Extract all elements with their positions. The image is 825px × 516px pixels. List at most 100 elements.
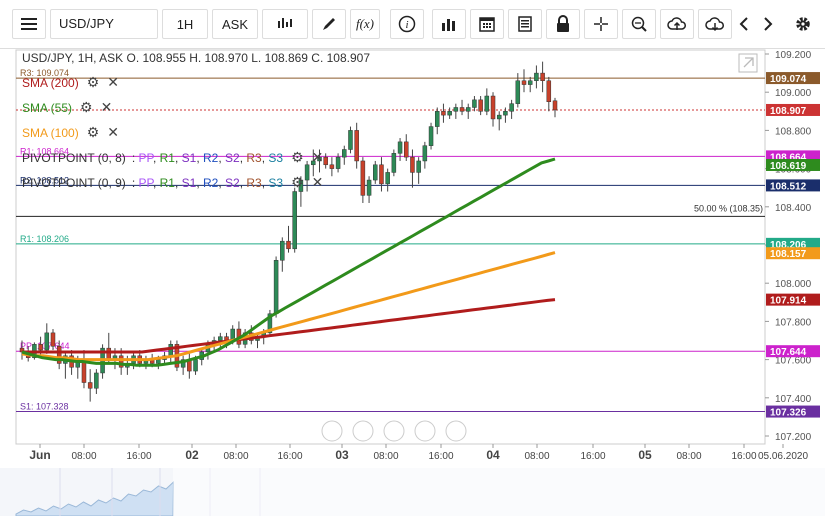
close-icon[interactable]: ✕: [312, 174, 324, 191]
bar-chart-icon: [442, 19, 455, 31]
chart-type-button[interactable]: [262, 9, 308, 39]
zoom-button[interactable]: [622, 9, 656, 39]
lock-icon: [557, 15, 569, 32]
pivot-item-pp: PP: [138, 150, 153, 165]
y-tick-label: 107.400: [775, 394, 812, 405]
candle-body: [94, 372, 99, 389]
y-tick-label: 108.000: [775, 279, 812, 290]
candle-body: [379, 164, 384, 185]
y-tick-label: 109.000: [775, 88, 812, 99]
indicator-pivot-0-8[interactable]: PIVOTPOINT (0, 8) : PP, R1, S1, R2, S2, …: [22, 149, 323, 166]
candles-icon: [278, 18, 292, 28]
pivot-item-r2: R2: [203, 150, 219, 165]
document-button[interactable]: [508, 9, 542, 39]
info-button[interactable]: i: [390, 9, 424, 39]
candle-body: [348, 130, 353, 150]
x-tick-label: 16:00: [277, 451, 302, 462]
candle-body: [428, 126, 434, 146]
pivot-item-s2: S2: [225, 150, 240, 165]
gear-icon[interactable]: ⚙: [87, 124, 100, 141]
candle-body: [50, 332, 56, 347]
candle-body: [552, 100, 558, 111]
gear-icon[interactable]: ⚙: [80, 99, 93, 116]
candle-body: [503, 111, 508, 116]
price-tag-label: 107.326: [770, 408, 807, 419]
candle-body: [484, 95, 490, 112]
crosshair-button[interactable]: [584, 9, 618, 39]
symbol-selector[interactable]: USD/JPY: [50, 9, 158, 39]
x-tick-label: 16:00: [428, 451, 453, 462]
candle-body: [434, 111, 440, 127]
indicators-button[interactable]: [432, 9, 466, 39]
candle-body: [447, 111, 452, 116]
y-tick-label: 109.200: [775, 50, 812, 61]
candle-body: [385, 172, 390, 185]
x-tick-label: 05: [638, 448, 652, 462]
candle-body: [546, 80, 552, 103]
price-tag-label: 108.157: [770, 249, 807, 260]
menu-button[interactable]: [12, 9, 46, 39]
scroll-right-icon: [445, 420, 467, 442]
x-tick-label: 16:00: [580, 451, 605, 462]
settings-button[interactable]: [790, 9, 816, 39]
candle-body: [521, 80, 527, 85]
popout-icon[interactable]: [738, 53, 758, 73]
lock-button[interactable]: [546, 9, 580, 39]
pivot-item-s3: S3: [268, 175, 284, 190]
candle-body: [404, 141, 409, 158]
x-tick-label: 04: [486, 448, 500, 462]
cloud-download-icon: [705, 17, 724, 32]
pivot-item-r1: R1: [159, 150, 175, 165]
reset-icon: [383, 420, 405, 442]
scroll-left-icon: [321, 420, 343, 442]
gear-icon[interactable]: ⚙: [291, 149, 304, 166]
candle-body: [329, 164, 335, 169]
candle-body: [292, 191, 297, 250]
scroll-forward-button[interactable]: [758, 9, 778, 39]
y-tick-label: 107.800: [775, 317, 812, 328]
candle-body: [441, 111, 446, 116]
pivot-item-s1: S1: [181, 175, 197, 190]
navigator-window: [173, 468, 825, 516]
pivot-item-pp: PP: [138, 175, 153, 190]
candle-body: [323, 156, 328, 166]
price-tag-label: 108.512: [770, 181, 807, 192]
gear-icon[interactable]: ⚙: [291, 174, 304, 191]
sma200-label: SMA (200): [22, 75, 79, 90]
chevron-right-icon: [764, 17, 773, 31]
price-chart[interactable]: 109.200109.000108.800108.600108.400108.2…: [0, 48, 825, 516]
pivot-item-r2: R2: [203, 175, 219, 190]
indicator-pivot-0-9[interactable]: PIVOTPOINT (0, 9) : PP, R1, S1, R2, S2, …: [22, 174, 323, 191]
indicator-sma200[interactable]: SMA (200) ⚙ ✕: [22, 74, 119, 91]
close-icon[interactable]: ✕: [312, 149, 324, 166]
toolbar: USD/JPY 1H ASK f(x) i: [0, 0, 825, 49]
price-type-selector[interactable]: ASK: [212, 9, 258, 39]
pivot-item-s3: S3: [268, 150, 284, 165]
close-icon[interactable]: ✕: [101, 99, 113, 116]
candle-body: [87, 382, 93, 389]
indicator-sma100[interactable]: SMA (100) ⚙ ✕: [22, 124, 119, 141]
close-icon[interactable]: ✕: [107, 74, 119, 91]
scroll-back-button[interactable]: [734, 9, 754, 39]
calendar-icon: [479, 17, 495, 32]
chart-area[interactable]: 109.200109.000108.800108.600108.400108.2…: [0, 48, 825, 516]
gear-icon: [796, 17, 810, 31]
zoom-out-icon: [352, 420, 374, 442]
interval-selector[interactable]: 1H: [162, 9, 208, 39]
y-tick-label: 108.800: [775, 126, 812, 137]
draw-button[interactable]: [312, 9, 346, 39]
candle-body: [459, 107, 465, 112]
gear-icon[interactable]: ⚙: [87, 74, 100, 91]
x-tick-label: 16:00: [731, 451, 756, 462]
close-icon[interactable]: ✕: [107, 124, 119, 141]
fx-button[interactable]: f(x): [350, 9, 380, 39]
candle-body: [465, 107, 471, 112]
upload-button[interactable]: [660, 9, 694, 39]
price-tag-label: 108.619: [770, 161, 807, 172]
download-button[interactable]: [698, 9, 732, 39]
indicator-sma55[interactable]: SMA (55) ⚙ ✕: [22, 99, 112, 116]
x-tick-label: 16:00: [126, 451, 151, 462]
svg-text:i: i: [405, 19, 408, 31]
calendar-button[interactable]: [470, 9, 504, 39]
x-tick-label: 08:00: [223, 451, 248, 462]
